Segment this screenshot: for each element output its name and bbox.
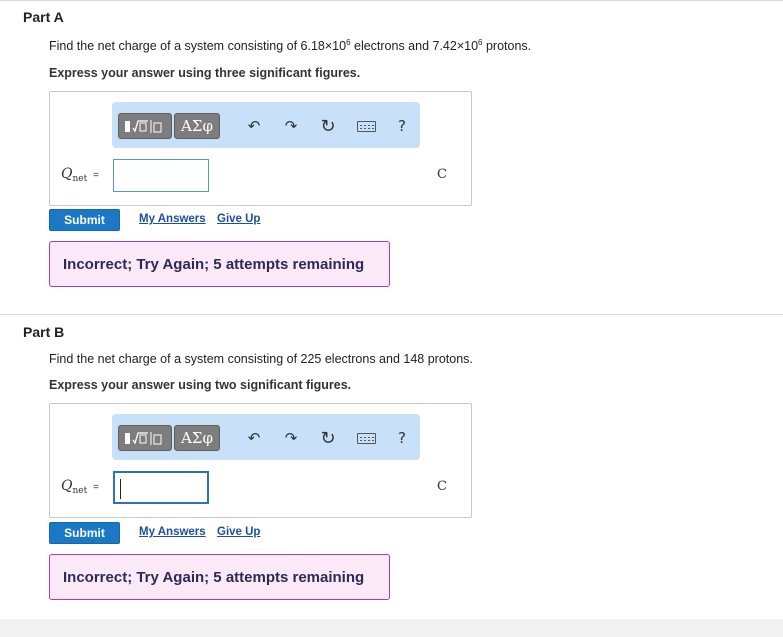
templates-button[interactable] xyxy=(118,425,172,451)
part-a-answer-box: ΑΣφ ↶ ↷ ↻ ? Qnet = C xyxy=(49,91,472,206)
variable-label: Qnet xyxy=(61,478,88,496)
keyboard-icon xyxy=(356,120,376,132)
help-icon: ? xyxy=(398,429,406,447)
reset-button[interactable]: ↻ xyxy=(317,115,339,137)
math-toolbar: ΑΣφ ↶ ↷ ↻ ? xyxy=(112,414,420,460)
variable-label: Qnet xyxy=(61,166,88,184)
answer-input[interactable] xyxy=(113,159,209,192)
answer-input[interactable] xyxy=(113,471,209,504)
feedback-message: Incorrect; Try Again; 5 attempts remaini… xyxy=(49,554,390,600)
part-b-title: Part B xyxy=(23,324,65,340)
templates-button[interactable] xyxy=(118,113,172,139)
part-a-title: Part A xyxy=(23,9,64,25)
part-a-question: Find the net charge of a system consisti… xyxy=(49,38,532,54)
give-up-link[interactable]: Give Up xyxy=(217,526,260,538)
part-b-divider xyxy=(0,314,783,315)
equals-sign: = xyxy=(93,482,99,493)
undo-button[interactable]: ↶ xyxy=(244,115,264,137)
give-up-link[interactable]: Give Up xyxy=(217,213,260,225)
feedback-message: Incorrect; Try Again; 5 attempts remaini… xyxy=(49,241,390,287)
part-b-question: Find the net charge of a system consisti… xyxy=(49,352,473,366)
text-caret xyxy=(120,479,121,499)
help-button[interactable]: ? xyxy=(394,115,410,137)
part-b-answer-box: ΑΣφ ↶ ↷ ↻ ? Qnet = C xyxy=(49,403,472,518)
undo-icon: ↶ xyxy=(247,117,261,135)
undo-icon: ↶ xyxy=(247,429,261,447)
greek-letters-icon: ΑΣφ xyxy=(181,429,213,447)
part-a-instruction: Express your answer using three signific… xyxy=(49,66,361,80)
greek-letters-button[interactable]: ΑΣφ xyxy=(174,113,220,139)
redo-button[interactable]: ↷ xyxy=(281,427,301,449)
part-a-divider xyxy=(0,0,783,1)
my-answers-link[interactable]: My Answers xyxy=(139,213,206,225)
reset-icon: ↻ xyxy=(320,115,336,137)
equals-sign: = xyxy=(93,170,99,181)
my-answers-link[interactable]: My Answers xyxy=(139,526,206,538)
greek-letters-button[interactable]: ΑΣφ xyxy=(174,425,220,451)
keyboard-icon xyxy=(356,432,376,444)
reset-icon: ↻ xyxy=(320,427,336,449)
part-b-instruction: Express your answer using two significan… xyxy=(49,378,352,392)
help-button[interactable]: ? xyxy=(394,427,410,449)
page-footer-band xyxy=(0,619,783,637)
redo-button[interactable]: ↷ xyxy=(281,115,301,137)
redo-icon: ↷ xyxy=(284,429,298,447)
templates-icon xyxy=(125,120,162,133)
templates-icon xyxy=(125,432,162,445)
greek-letters-icon: ΑΣφ xyxy=(181,117,213,135)
undo-button[interactable]: ↶ xyxy=(244,427,264,449)
submit-button[interactable]: Submit xyxy=(49,522,120,544)
redo-icon: ↷ xyxy=(284,117,298,135)
unit-label: C xyxy=(437,479,447,494)
keyboard-button[interactable] xyxy=(354,115,378,137)
keyboard-button[interactable] xyxy=(354,427,378,449)
reset-button[interactable]: ↻ xyxy=(317,427,339,449)
unit-label: C xyxy=(437,167,447,182)
math-toolbar: ΑΣφ ↶ ↷ ↻ ? xyxy=(112,102,420,148)
help-icon: ? xyxy=(398,117,406,135)
submit-button[interactable]: Submit xyxy=(49,209,120,231)
